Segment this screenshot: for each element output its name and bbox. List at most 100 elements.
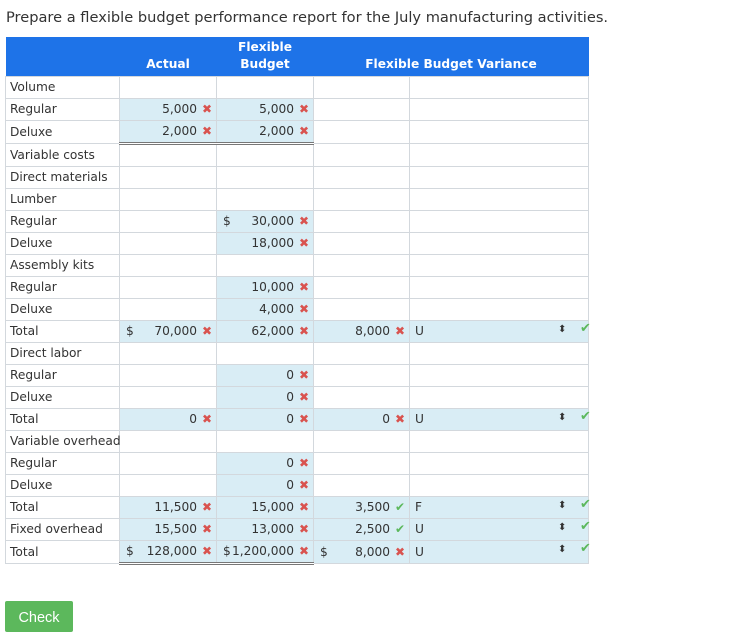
variance-cell: [313, 187, 410, 211]
correct-check-icon: ✔: [580, 541, 591, 556]
amount-value[interactable]: 128,000: [134, 544, 197, 558]
favorable-unfavorable-cell: [408, 165, 590, 189]
variance-type-value[interactable]: U: [415, 545, 424, 559]
flexible-budget-cell[interactable]: 2,000 ✖: [216, 119, 314, 145]
correct-icon: ✔: [395, 522, 406, 536]
select-arrows-icon[interactable]: ⬍: [558, 544, 566, 555]
row-label: Deluxe: [5, 385, 120, 409]
variance-cell[interactable]: $8,000 ✖: [313, 539, 410, 564]
actual-cell[interactable]: $128,000 ✖: [119, 539, 217, 565]
variance-cell: [313, 297, 410, 321]
variance-type-value[interactable]: U: [415, 324, 424, 338]
amount-value[interactable]: 62,000: [223, 324, 294, 338]
incorrect-icon: ✖: [299, 280, 310, 294]
incorrect-icon: ✖: [299, 456, 310, 470]
flexible-budget-cell[interactable]: 0 ✖: [216, 385, 314, 409]
row-label: Total: [5, 539, 120, 564]
amount-value[interactable]: 18,000: [223, 236, 294, 250]
variance-cell[interactable]: 3,500 ✔: [313, 495, 410, 519]
amount-value[interactable]: 13,000: [223, 522, 294, 536]
actual-cell: [119, 75, 217, 99]
header-blank: [5, 37, 120, 76]
report-row: Deluxe 4,000 ✖: [5, 297, 590, 321]
incorrect-icon: ✖: [202, 522, 213, 536]
variance-cell: [313, 165, 410, 189]
amount-value[interactable]: 4,000: [223, 302, 294, 316]
actual-cell: [119, 142, 217, 167]
incorrect-icon: ✖: [299, 390, 310, 404]
amount-value[interactable]: 15,500: [126, 522, 197, 536]
amount-value[interactable]: 10,000: [223, 280, 294, 294]
flexible-budget-cell[interactable]: $1,200,000 ✖: [216, 539, 314, 565]
amount-value[interactable]: 0: [126, 412, 197, 426]
amount-value[interactable]: 3,500: [320, 500, 390, 514]
amount-value[interactable]: 1,200,000: [231, 544, 294, 558]
actual-cell[interactable]: 2,000 ✖: [119, 119, 217, 145]
incorrect-icon: ✖: [299, 302, 310, 316]
flexible-budget-cell[interactable]: 0 ✖: [216, 363, 314, 387]
variance-cell[interactable]: 0 ✖: [313, 407, 410, 431]
amount-value[interactable]: 11,500: [126, 500, 197, 514]
flexible-budget-cell[interactable]: 5,000 ✖: [216, 97, 314, 121]
flexible-budget-cell[interactable]: 13,000 ✖: [216, 517, 314, 541]
amount-value[interactable]: 5,000: [223, 102, 294, 116]
variance-cell: [313, 75, 410, 99]
variance-cell[interactable]: 8,000 ✖: [313, 319, 410, 343]
amount-value[interactable]: 70,000: [134, 324, 197, 338]
check-button[interactable]: Check: [5, 601, 73, 632]
variance-cell: [313, 341, 410, 365]
question-prompt: Prepare a flexible budget performance re…: [6, 9, 609, 26]
amount-value[interactable]: 5,000: [126, 102, 197, 116]
actual-cell[interactable]: 0 ✖: [119, 407, 217, 431]
amount-value[interactable]: 2,000: [126, 124, 197, 138]
incorrect-icon: ✖: [395, 544, 406, 559]
actual-cell[interactable]: $70,000 ✖: [119, 319, 217, 343]
favorable-unfavorable-cell: [408, 275, 590, 299]
amount-value[interactable]: 0: [223, 456, 294, 470]
report-row: Deluxe 2,000 ✖ 2,000 ✖: [5, 119, 590, 145]
favorable-unfavorable-cell: [408, 119, 590, 144]
amount-value[interactable]: 2,500: [320, 522, 390, 536]
report-row: Direct materials: [5, 165, 590, 189]
flexible-budget-cell[interactable]: 15,000 ✖: [216, 495, 314, 519]
select-arrows-icon[interactable]: ⬍: [558, 412, 566, 423]
amount-value[interactable]: 30,000: [231, 214, 294, 228]
amount-value[interactable]: 8,000: [320, 324, 390, 338]
row-label: Direct materials: [5, 165, 120, 189]
amount-value[interactable]: 0: [320, 412, 390, 426]
amount-value[interactable]: 0: [223, 478, 294, 492]
variance-type-value[interactable]: F: [415, 500, 422, 514]
flexible-budget-cell[interactable]: 0 ✖: [216, 473, 314, 497]
amount-value[interactable]: 0: [223, 390, 294, 404]
correct-icon: ✔: [395, 500, 406, 514]
amount-value[interactable]: 2,000: [223, 124, 294, 138]
flexible-budget-cell[interactable]: 0 ✖: [216, 451, 314, 475]
variance-type-value[interactable]: U: [415, 412, 424, 426]
variance-type-value[interactable]: U: [415, 522, 424, 536]
amount-value[interactable]: 0: [223, 368, 294, 382]
flexible-budget-cell[interactable]: 4,000 ✖: [216, 297, 314, 321]
report-row: Deluxe 18,000 ✖: [5, 231, 590, 255]
actual-cell: [119, 341, 217, 365]
actual-cell[interactable]: 11,500 ✖: [119, 495, 217, 519]
select-arrows-icon[interactable]: ⬍: [558, 522, 566, 533]
amount-value[interactable]: 15,000: [223, 500, 294, 514]
flexible-budget-cell[interactable]: $30,000 ✖: [216, 209, 314, 233]
amount-value[interactable]: 8,000: [328, 545, 390, 559]
variance-cell: [313, 119, 410, 144]
flexible-budget-cell[interactable]: 10,000 ✖: [216, 275, 314, 299]
flexible-budget-cell[interactable]: 18,000 ✖: [216, 231, 314, 255]
flexible-budget-cell: [216, 253, 314, 277]
actual-cell[interactable]: 5,000 ✖: [119, 97, 217, 121]
flexible-budget-cell[interactable]: 62,000 ✖: [216, 319, 314, 343]
select-arrows-icon[interactable]: ⬍: [558, 500, 566, 511]
report-row: Regular 10,000 ✖: [5, 275, 590, 299]
select-arrows-icon[interactable]: ⬍: [558, 324, 566, 335]
amount-value[interactable]: 0: [223, 412, 294, 426]
flexible-budget-cell[interactable]: 0 ✖: [216, 407, 314, 431]
row-label: Deluxe: [5, 119, 120, 144]
variance-cell[interactable]: 2,500 ✔: [313, 517, 410, 541]
actual-cell[interactable]: 15,500 ✖: [119, 517, 217, 541]
variance-cell: [313, 275, 410, 299]
report-row: Total 11,500 ✖ 15,000 ✖ 3,500 ✔ F: [5, 495, 590, 519]
